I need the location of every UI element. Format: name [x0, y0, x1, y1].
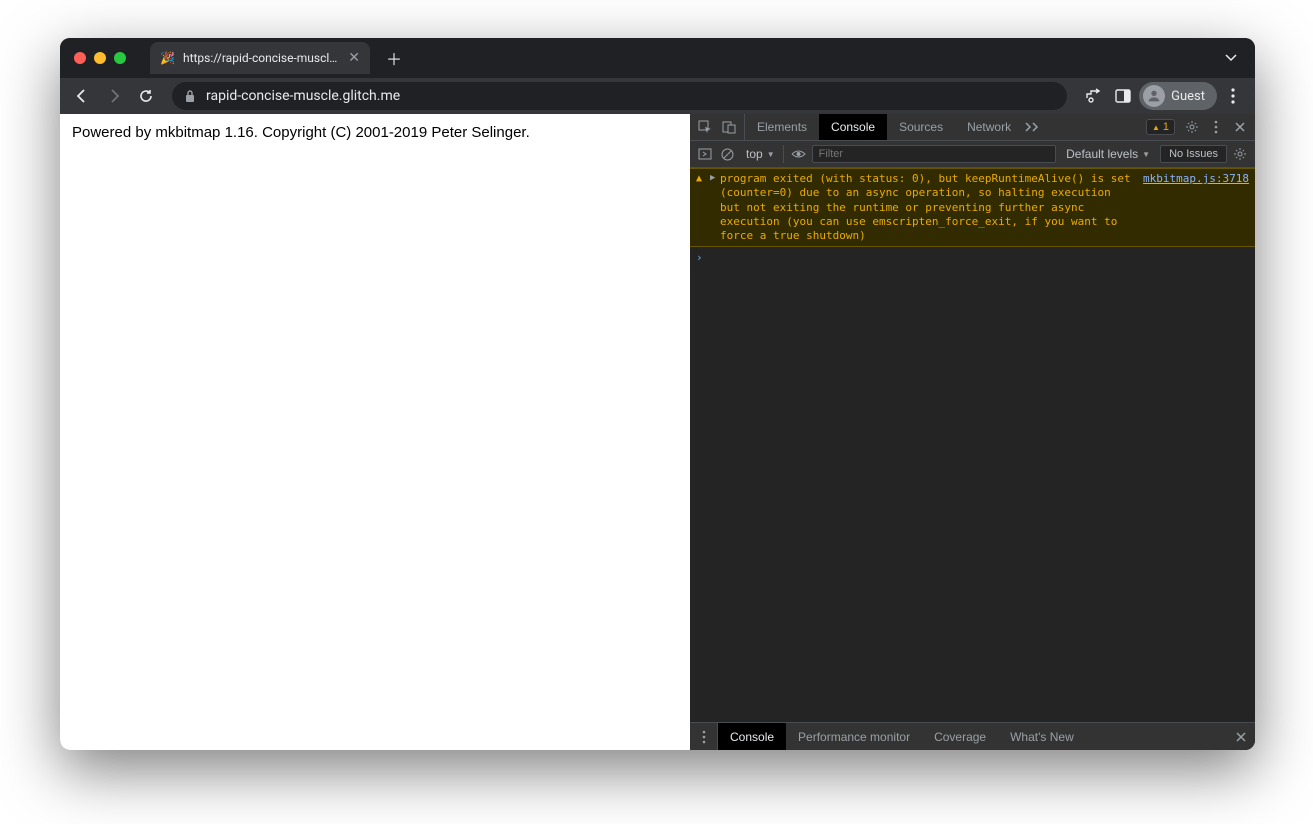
tab-title: https://rapid-concise-muscle.g: [183, 51, 340, 65]
tab-bar: 🎉 https://rapid-concise-muscle.g ✕ ＋: [60, 38, 1255, 78]
console-toolbar: top Default levels No Issues: [690, 141, 1255, 168]
prompt-arrow-icon: ›: [696, 251, 710, 264]
devtools-inspect-controls: [690, 114, 745, 140]
tab-sources[interactable]: Sources: [887, 114, 955, 140]
profile-label: Guest: [1171, 89, 1205, 104]
address-bar[interactable]: rapid-concise-muscle.glitch.me: [172, 82, 1067, 110]
issues-button[interactable]: No Issues: [1160, 145, 1227, 163]
devtools-tabs: Elements Console Sources Network 1: [690, 114, 1255, 141]
devtools-panel: Elements Console Sources Network 1: [690, 114, 1255, 750]
drawer-menu-button[interactable]: [690, 723, 718, 750]
more-tabs-button[interactable]: [1023, 118, 1041, 136]
profile-button[interactable]: Guest: [1139, 82, 1217, 110]
forward-button[interactable]: [100, 82, 128, 110]
inspect-element-button[interactable]: [696, 118, 714, 136]
tab-favicon: 🎉: [160, 51, 175, 65]
tab-elements[interactable]: Elements: [745, 114, 819, 140]
devtools-right-controls: 1: [1142, 114, 1255, 140]
media-control-icon[interactable]: [1079, 82, 1107, 110]
console-body[interactable]: ▲ ▶ program exited (with status: 0), but…: [690, 168, 1255, 722]
side-panel-icon[interactable]: [1109, 82, 1137, 110]
device-toolbar-button[interactable]: [720, 118, 738, 136]
avatar-icon: [1143, 85, 1165, 107]
devtools-drawer: Console Performance monitor Coverage Wha…: [690, 722, 1255, 750]
toolbar-right: Guest: [1079, 82, 1247, 110]
live-expression-button[interactable]: [790, 145, 808, 163]
browser-window: 🎉 https://rapid-concise-muscle.g ✕ ＋ rap…: [60, 38, 1255, 750]
console-settings-icon[interactable]: [1231, 145, 1249, 163]
drawer-tab-performance-monitor[interactable]: Performance monitor: [786, 723, 922, 750]
page-viewport[interactable]: Powered by mkbitmap 1.16. Copyright (C) …: [60, 114, 690, 750]
console-source-link[interactable]: mkbitmap.js:3718: [1135, 172, 1249, 243]
warning-count-badge[interactable]: 1: [1146, 119, 1175, 135]
drawer-tab-console[interactable]: Console: [718, 723, 786, 750]
console-prompt: ›: [690, 247, 1255, 268]
url-text: rapid-concise-muscle.glitch.me: [206, 88, 1055, 104]
tabs-menu-button[interactable]: [1215, 48, 1247, 68]
lock-icon: [184, 89, 196, 103]
execution-context-selector[interactable]: top: [740, 145, 784, 163]
reload-button[interactable]: [132, 82, 160, 110]
browser-tab[interactable]: 🎉 https://rapid-concise-muscle.g ✕: [150, 42, 370, 74]
close-tab-button[interactable]: ✕: [348, 51, 360, 65]
tab-console[interactable]: Console: [819, 114, 887, 140]
toolbar: rapid-concise-muscle.glitch.me Guest: [60, 78, 1255, 114]
kebab-menu-icon[interactable]: [1205, 116, 1227, 138]
close-devtools-button[interactable]: [1229, 116, 1251, 138]
console-sidebar-toggle[interactable]: [696, 145, 714, 163]
warning-icon: ▲: [696, 172, 710, 243]
drawer-tab-whats-new[interactable]: What's New: [998, 723, 1086, 750]
window-controls: [68, 52, 134, 64]
tab-network[interactable]: Network: [955, 114, 1023, 140]
settings-icon[interactable]: [1181, 116, 1203, 138]
clear-console-button[interactable]: [718, 145, 736, 163]
console-input[interactable]: [710, 251, 1249, 264]
console-filter-input[interactable]: [812, 145, 1057, 163]
page-body-text: Powered by mkbitmap 1.16. Copyright (C) …: [72, 124, 678, 141]
log-levels-selector[interactable]: Default levels: [1060, 147, 1156, 161]
new-tab-button[interactable]: ＋: [380, 44, 408, 72]
back-button[interactable]: [68, 82, 96, 110]
close-window-button[interactable]: [74, 52, 86, 64]
menu-button[interactable]: [1219, 82, 1247, 110]
maximize-window-button[interactable]: [114, 52, 126, 64]
drawer-tab-coverage[interactable]: Coverage: [922, 723, 998, 750]
console-warning-row[interactable]: ▲ ▶ program exited (with status: 0), but…: [690, 168, 1255, 247]
drawer-close-button[interactable]: [1227, 723, 1255, 750]
minimize-window-button[interactable]: [94, 52, 106, 64]
content-area: Powered by mkbitmap 1.16. Copyright (C) …: [60, 114, 1255, 750]
expand-arrow-icon[interactable]: ▶: [710, 172, 720, 243]
console-message-text: program exited (with status: 0), but kee…: [720, 172, 1135, 243]
